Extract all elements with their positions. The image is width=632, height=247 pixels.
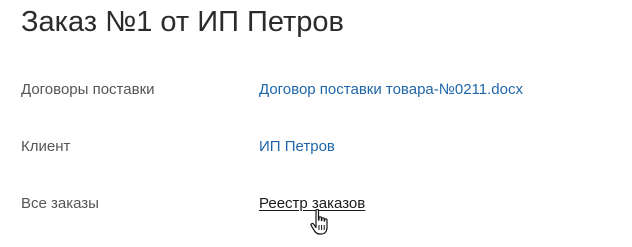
hand-pointer-icon: [310, 209, 328, 235]
supply-contract-file-link[interactable]: Договор поставки товара-№0211.docx: [259, 78, 523, 102]
row-client: Клиент ИП Петров: [21, 135, 621, 159]
row-supply-contracts: Договоры поставки Договор поставки товар…: [21, 78, 621, 102]
all-orders-label: Все заказы: [21, 195, 99, 212]
page-title: Заказ №1 от ИП Петров: [21, 6, 344, 38]
client-link[interactable]: ИП Петров: [259, 135, 335, 159]
supply-contracts-label: Договоры поставки: [21, 81, 155, 98]
order-page: Заказ №1 от ИП Петров Договоры поставки …: [0, 0, 632, 247]
client-label: Клиент: [21, 138, 71, 155]
